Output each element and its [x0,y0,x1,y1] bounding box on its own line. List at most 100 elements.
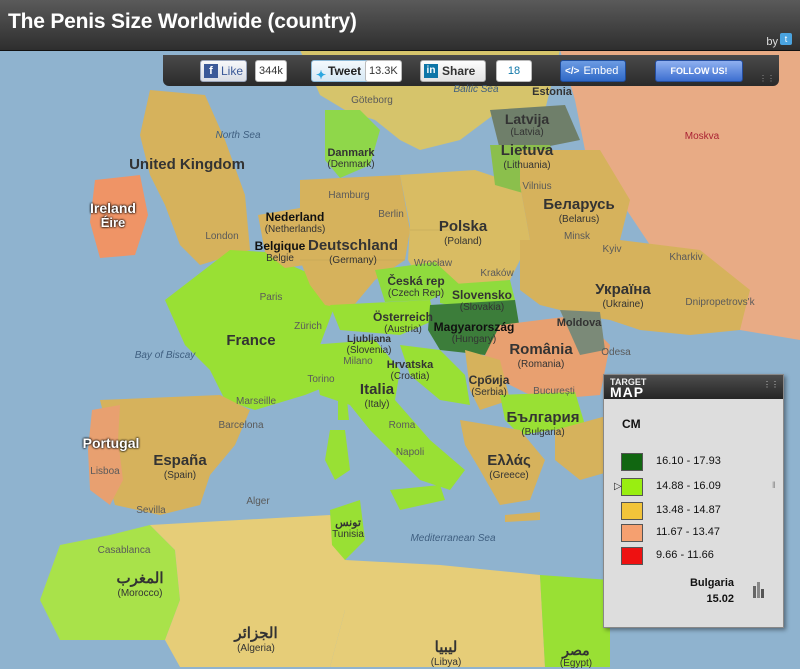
embed-button[interactable]: </> Embed [560,60,626,82]
twitter-bird-icon: ✦ [316,68,327,82]
country-label[interactable]: Österreich (Austria) [373,310,433,335]
country-label[interactable]: Ireland Éire [90,200,136,231]
linkedin-icon: in [424,64,438,78]
country-label[interactable]: Portugal [83,435,140,451]
code-icon: </> [565,66,580,77]
city-label: Kharkiv [669,252,703,263]
city-label: Kraków [480,268,514,279]
country-label[interactable]: Latvija (Latvia) [505,111,549,138]
city-label: Odesa [601,347,631,358]
city-label: București [533,386,575,397]
embed-label: Embed [583,65,619,77]
country-label[interactable]: Italia (Italy) [360,381,394,409]
twitter-icon[interactable]: t [780,33,792,45]
city-label: Hamburg [328,190,370,201]
sea-label: Mediterranean Sea [410,533,496,544]
facebook-like-button[interactable]: f Like [200,60,247,82]
country-label[interactable]: Belgique Belgie [255,239,306,264]
city-label: Paris [259,292,283,303]
legend-range: 16.10 - 17.93 [656,455,721,467]
legend-swatch [621,524,643,542]
legend-range: 13.48 - 14.87 [656,504,721,516]
country-portugal [88,405,123,505]
legend-range: 14.88 - 16.09 [656,480,721,492]
legend-range: 9.66 - 11.66 [656,549,714,561]
sea-label: Baltic Sea [453,84,499,95]
resize-grip-icon[interactable]: ⋮⋮ [763,380,779,389]
scroll-handle-icon[interactable]: ‖ [772,480,776,490]
country-label[interactable]: Magyarország (Hungary) [434,320,515,345]
city-label: Minsk [563,231,591,242]
follow-us-button[interactable]: FOLLOW US! [655,60,743,82]
city-label: Sevilla [136,505,166,516]
title-bar: The Penis Size Worldwide (country) by t [0,0,800,51]
page-title: The Penis Size Worldwide (country) [8,10,357,33]
country-label[interactable]: الجزائر (Algeria) [234,625,277,653]
by-label: by [766,36,778,48]
country-label[interactable]: Србија (Serbia) [469,373,510,398]
country-label[interactable]: Беларусь (Belarus) [543,196,615,224]
city-label: Wrocław [413,258,453,269]
legend-item[interactable]: 16.10 - 17.93 [621,453,761,471]
legend-range: 11.67 - 13.47 [656,526,721,538]
country-label[interactable]: Danmark (Denmark) [327,147,374,170]
country-label[interactable]: España (Spain) [153,452,206,480]
city-label: Roma [388,420,416,431]
country-label[interactable]: Moldova [557,317,602,329]
city-label: Göteborg [351,95,393,106]
legend-swatch [621,547,643,565]
city-label: Milano [343,356,373,367]
legend-panel[interactable]: TARGET MAP CM 16.10 - 17.93 14.88 - 16.0… [603,374,784,628]
country-label[interactable]: Česká rep (Czech Rep) [387,274,444,299]
legend-header[interactable]: TARGET MAP [604,375,783,400]
country-label[interactable]: Hrvatska (Croatia) [387,359,433,382]
legend-swatch [621,478,643,496]
city-label: Alger [246,496,270,507]
country-label[interactable]: Slovensko (Slovakia) [452,288,512,313]
country-label[interactable]: Nederland (Netherlands) [265,210,326,235]
legend-item[interactable]: 14.88 - 16.09 [621,478,761,496]
legend-swatch [621,453,643,471]
city-label: Napoli [395,447,425,458]
city-label: Barcelona [218,420,264,431]
country-label[interactable]: Ελλάς (Greece) [487,452,531,480]
pointer-triangle-icon: ▷ [614,481,622,492]
city-label: Lisboa [90,466,120,477]
country-label[interactable]: المغرب (Morocco) [116,570,163,598]
linkedin-count: 18 [496,60,532,82]
legend-item[interactable]: 11.67 - 13.47 [621,524,761,542]
country-label[interactable]: Україна (Ukraine) [595,281,650,309]
country-label[interactable]: Estonia [532,86,572,98]
linkedin-label: Share [442,64,476,78]
country-label[interactable]: United Kingdom [129,156,245,174]
city-label: Kyiv [602,244,622,255]
selected-country: Bulgaria [689,577,734,589]
tweet-label: Tweet [328,64,362,78]
country-label[interactable]: تونس Tunisia [332,517,364,540]
city-label: Marseille [235,396,277,407]
legend-item[interactable]: 13.48 - 14.87 [621,502,761,520]
country-label[interactable]: Lietuva (Lithuania) [501,142,554,170]
city-label: Moskva [684,131,720,142]
country-label[interactable]: ليبيا (Libya) [431,639,462,667]
resize-grip-icon[interactable]: ⋮⋮ [759,74,775,83]
country-label[interactable]: France [226,332,275,350]
sea-label: North Sea [215,130,261,141]
country-label[interactable]: România (Romania) [509,341,572,369]
city-label: Berlin [378,209,404,220]
city-label: Vilnius [522,181,552,192]
sea-label: Bay of Biscay [134,350,196,361]
country-label[interactable]: Deutschland (Germany) [308,237,398,265]
country-label[interactable]: مصر (Egypt) [560,642,592,669]
bar-chart-icon[interactable] [752,580,766,598]
country-label[interactable]: Ljubljana (Slovenia) [346,334,391,356]
selected-value: 15.02 [706,593,734,605]
legend-item[interactable]: 9.66 - 11.66 [621,547,761,565]
brand-map: MAP [610,384,645,400]
country-label[interactable]: България (Bulgaria) [507,409,580,437]
like-count: 344k [255,60,287,82]
linkedin-share-button[interactable]: in Share [420,60,486,82]
tweet-count: 13.3K [365,60,402,82]
country-label[interactable]: Polska (Poland) [439,218,487,246]
share-bar: f Like 344k ✦ Tweet 13.3K in Share 18 </> Em… [163,55,779,86]
